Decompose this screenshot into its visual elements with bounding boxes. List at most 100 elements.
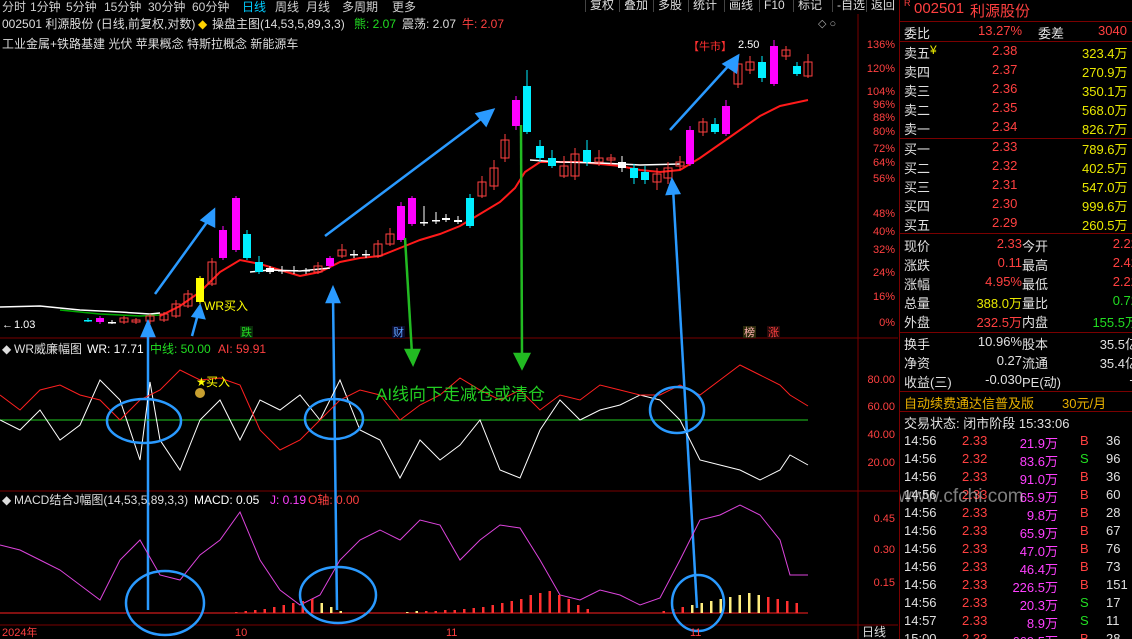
low-price-value: 1.03 xyxy=(14,319,35,331)
macd-bar xyxy=(263,609,266,613)
candle xyxy=(477,176,487,198)
tick-row: 14:56 2.33 226.5万 B 151 xyxy=(904,577,1128,595)
ask-row: 卖二 2.35 568.0万 xyxy=(904,100,1128,118)
ask-row: 卖一 2.34 826.7万 xyxy=(904,119,1128,137)
button-watchlist[interactable]: -自选 xyxy=(832,0,869,12)
macd-bar xyxy=(710,601,713,613)
tick-row: 14:56 2.33 91.0万 B 36 xyxy=(904,469,1121,487)
svg-text:20.00: 20.00 xyxy=(867,457,895,469)
button-multi-stock[interactable]: 多股 xyxy=(653,0,686,12)
tab-multi-period[interactable]: 多周期 xyxy=(342,0,378,15)
button-back[interactable]: 返回 xyxy=(866,0,899,12)
macd-bar xyxy=(548,591,551,613)
tab-weekly[interactable]: 周线 xyxy=(275,0,299,15)
stock-header: 002501 利源股份 (日线,前复权,对数) xyxy=(2,16,195,31)
candle xyxy=(489,160,499,190)
top-toolbar: 分时 1分钟 5分钟 15分钟 30分钟 60分钟 日线 周线 月线 多周期 更… xyxy=(0,0,900,14)
svg-text:0.45: 0.45 xyxy=(874,513,895,525)
yen-icon: ¥ xyxy=(930,43,937,57)
macd-bar xyxy=(463,609,466,613)
candle xyxy=(500,134,510,162)
candle xyxy=(536,140,544,162)
chart-area[interactable]: 002501 利源股份 (日线,前复权,对数) ◆ 操盘主图(14,53,5,8… xyxy=(0,14,898,639)
macd-bar xyxy=(558,595,561,613)
tab-fenshi[interactable]: 分时 xyxy=(2,0,26,15)
button-stats[interactable]: 统计 xyxy=(688,0,721,12)
finance-tag: 财 xyxy=(393,325,404,339)
tick-row: 14:56 2.33 65.9万 B 67 xyxy=(904,523,1121,541)
indicator-name: ◆ xyxy=(198,17,208,31)
star-icon: ★ xyxy=(196,375,207,389)
x-label-year: 2024年 xyxy=(2,625,37,639)
macd-bar xyxy=(273,607,276,613)
ask-row: 卖三 2.36 350.1万 xyxy=(904,81,1128,99)
macd-panel-title: MACD结合J幅图(14,53,5,89,3,3) xyxy=(14,492,188,507)
macd-bar xyxy=(529,595,532,613)
svg-text:96%: 96% xyxy=(873,99,895,111)
macd-bars xyxy=(235,591,798,613)
promo-row[interactable]: 自动续费通达信普及版 30元/月 xyxy=(900,393,1132,411)
button-fuquan[interactable]: 复权 xyxy=(585,0,618,12)
svg-text:104%: 104% xyxy=(867,86,895,98)
ma-white-line xyxy=(0,305,161,315)
svg-text:64%: 64% xyxy=(873,157,895,169)
svg-text:0.15: 0.15 xyxy=(874,577,895,589)
svg-text:60.00: 60.00 xyxy=(867,401,895,413)
macd-bar xyxy=(767,597,770,613)
money-bag-icon xyxy=(195,388,205,398)
macd-bar xyxy=(738,595,741,613)
tab-monthly[interactable]: 月线 xyxy=(306,0,330,15)
svg-text:72%: 72% xyxy=(873,143,895,155)
candle xyxy=(548,150,556,168)
macd-bar xyxy=(700,603,703,613)
stat-row: 涨幅4.95%最低2.22 xyxy=(904,274,1132,292)
tab-60min[interactable]: 60分钟 xyxy=(192,0,229,15)
bid-row: 买一 2.33 789.6万 xyxy=(904,139,1128,157)
macd-bar xyxy=(425,611,428,613)
candle xyxy=(313,262,323,274)
svg-text:136%: 136% xyxy=(867,39,895,51)
wr-title: ◆ xyxy=(2,342,12,356)
macd-bar xyxy=(292,603,295,613)
candle xyxy=(243,230,251,260)
high-price-label: 2.50 xyxy=(738,39,759,51)
tab-more[interactable]: 更多 xyxy=(392,0,416,15)
tab-1min[interactable]: 1分钟 xyxy=(30,0,61,15)
stock-code: 002501 xyxy=(914,0,965,17)
button-f10[interactable]: F10 xyxy=(759,0,789,12)
macd-bar xyxy=(482,607,485,613)
x-label-oct: 10 xyxy=(235,627,247,639)
candle xyxy=(108,320,116,324)
tab-daily[interactable]: 日线 xyxy=(242,0,266,15)
macd-bar xyxy=(244,611,247,613)
candle xyxy=(781,46,791,60)
stat-row: 总量388.0万量比0.72 xyxy=(904,293,1132,311)
macd-bar xyxy=(795,603,798,613)
svg-text:32%: 32% xyxy=(873,244,895,256)
tab-30min[interactable]: 30分钟 xyxy=(148,0,185,15)
candle xyxy=(397,202,405,242)
macd-bar xyxy=(757,595,760,613)
macd-bar xyxy=(339,611,342,613)
macd-value: MACD: 0.05 xyxy=(194,493,260,507)
svg-text:48%: 48% xyxy=(873,208,895,220)
macd-bar xyxy=(786,601,789,613)
button-mark[interactable]: 标记 xyxy=(793,0,826,12)
quote-panel: R 002501 利源股份 委比 13.27% 委差 3040 卖五 2.38 32… xyxy=(899,0,1132,639)
stat2-row: 换手10.96%股本35.5亿 xyxy=(904,334,1132,352)
price-scale: 136% 120% 104% 96% 88% 80% 72% 64% 56% 4… xyxy=(867,39,895,329)
macd-bar xyxy=(681,607,684,613)
settings-icon: ◇ ○ xyxy=(818,18,836,30)
candle xyxy=(420,206,428,226)
candle xyxy=(803,54,813,78)
button-overlay[interactable]: 叠加 xyxy=(619,0,652,12)
tick-row: 14:56 2.33 46.4万 B 73 xyxy=(904,559,1121,577)
tab-15min[interactable]: 15分钟 xyxy=(104,0,141,15)
candle xyxy=(385,228,395,246)
wr-value: WR: 17.71 xyxy=(87,342,144,356)
low-price-label: ← xyxy=(2,319,13,331)
macd-bar xyxy=(719,599,722,613)
tab-5min[interactable]: 5分钟 xyxy=(66,0,97,15)
button-draw[interactable]: 画线 xyxy=(724,0,757,12)
candle xyxy=(698,118,708,136)
